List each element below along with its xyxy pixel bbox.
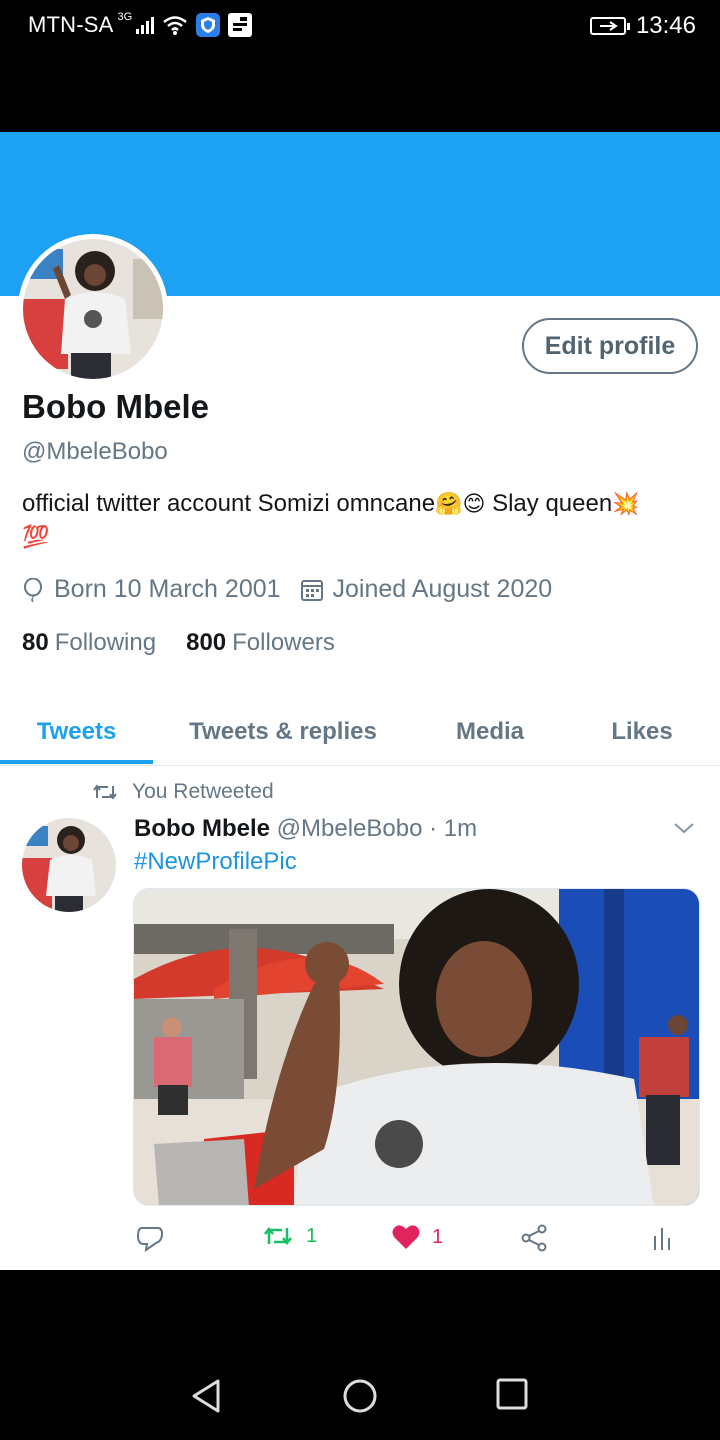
back-icon[interactable] [190, 1378, 224, 1414]
follow-counts: 80 Following 800 Followers [22, 629, 365, 657]
shield-icon [196, 13, 221, 37]
profile-screen: Edit profile Bobo Mbele @MbeleBobo offic… [0, 132, 720, 1270]
clock: 13:46 [635, 12, 696, 39]
followers-label: Followers [232, 629, 335, 656]
tweet-time: 1m [443, 815, 478, 842]
notification-icon [228, 13, 253, 37]
signal-icon [136, 16, 155, 34]
share-icon [521, 1224, 547, 1252]
analytics-button[interactable] [652, 1224, 672, 1252]
smiling-face-emoji: 😊 [462, 492, 486, 517]
bio-text-2: Slay queen [485, 490, 613, 517]
tweet-author-name[interactable]: Bobo Mbele [134, 815, 270, 842]
retweet-icon [93, 784, 117, 800]
analytics-icon [654, 1228, 670, 1250]
like-button[interactable]: 1 [392, 1224, 443, 1250]
carrier-label: MTN-SA [28, 12, 114, 37]
profile-meta: Born 10 March 2001 Joined August 2020 [22, 575, 572, 604]
retweet-button[interactable]: 1 [262, 1224, 317, 1248]
following-label: Following [54, 629, 157, 656]
recents-icon[interactable] [496, 1378, 528, 1410]
collision-emoji: 💥 [612, 492, 640, 517]
hugging-face-emoji: 🤗 [435, 492, 463, 517]
birthdate-label: Born 10 March 2001 [54, 575, 281, 603]
like-count: 1 [432, 1225, 444, 1248]
tweet-author-avatar[interactable] [22, 818, 116, 912]
followers-link[interactable]: 800 Followers [186, 629, 335, 657]
tab-media[interactable]: Media [420, 698, 560, 766]
heart-icon [392, 1225, 420, 1249]
retweet-icon [264, 1226, 292, 1246]
retweet-context: You Retweeted [92, 780, 274, 804]
retweet-count: 1 [306, 1224, 318, 1247]
chevron-down-icon[interactable] [672, 820, 696, 836]
reply-button[interactable] [136, 1224, 164, 1252]
profile-name: Bobo Mbele [22, 388, 209, 425]
tweet-header: Bobo Mbele @MbeleBobo · 1m [134, 815, 477, 843]
tweet-image[interactable] [133, 888, 700, 1206]
profile-bio: official twitter account Somizi omncane🤗… [22, 488, 712, 554]
balloon-icon [24, 577, 42, 602]
tab-tweets[interactable]: Tweets [0, 698, 153, 766]
profile-handle: @MbeleBobo [22, 438, 168, 465]
joined-label: Joined August 2020 [332, 575, 553, 603]
battery-charging-icon [589, 17, 630, 35]
tweet-author-handle: @MbeleBobo [276, 815, 423, 842]
wifi-icon [163, 16, 188, 35]
retweet-context-label: You Retweeted [132, 780, 274, 803]
profile-tabs: Tweets Tweets & replies Media Likes [0, 698, 720, 766]
calendar-icon [300, 579, 323, 601]
following-count: 80 [22, 629, 49, 656]
following-link[interactable]: 80 Following [22, 629, 156, 657]
tweet-hashtag[interactable]: #NewProfilePic [134, 848, 297, 876]
reply-icon [136, 1227, 164, 1252]
network-type: 3G [117, 11, 133, 23]
tweet-separator: · [429, 815, 438, 842]
status-bar: MTN-SA 3G 13:46 [0, 0, 720, 132]
followers-count: 800 [186, 629, 227, 656]
share-button[interactable] [520, 1224, 548, 1252]
tab-tweets-replies[interactable]: Tweets & replies [160, 698, 406, 766]
hundred-points-emoji: 💯 [22, 525, 50, 550]
active-tab-indicator [0, 760, 153, 764]
system-nav-bar [0, 1270, 720, 1440]
tweet-actions: 1 1 [0, 1224, 720, 1264]
profile-avatar[interactable] [18, 234, 168, 384]
tab-likes[interactable]: Likes [572, 698, 712, 766]
edit-profile-button[interactable]: Edit profile [522, 318, 698, 374]
bio-text: official twitter account Somizi omncane [22, 490, 436, 517]
home-icon[interactable] [342, 1378, 378, 1414]
